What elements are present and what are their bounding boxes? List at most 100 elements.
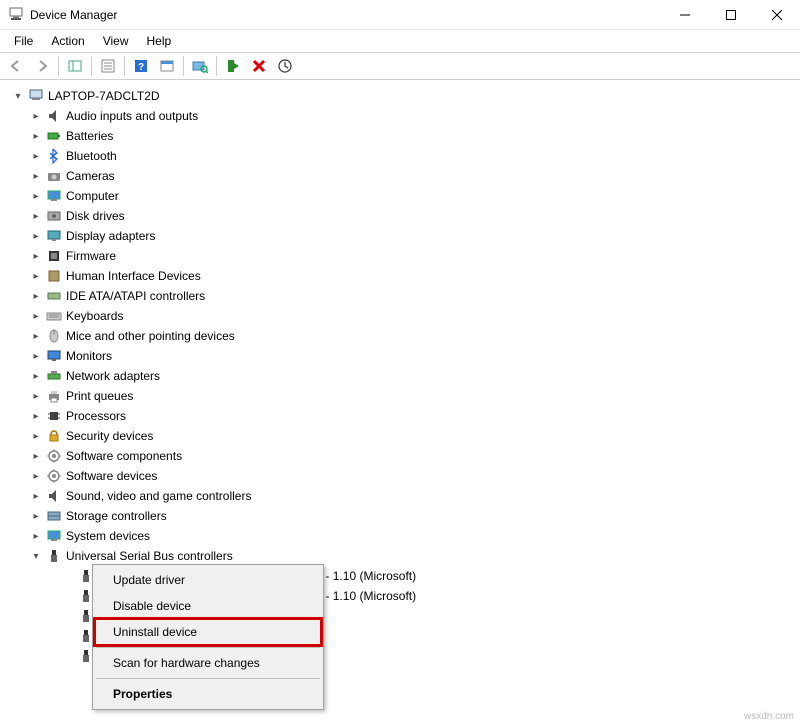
expand-icon[interactable]: ▸ (30, 170, 42, 182)
tree-category-label: Firmware (66, 249, 116, 263)
expand-icon[interactable]: ▸ (30, 190, 42, 202)
audio-icon (46, 488, 62, 504)
tree-category[interactable]: ▸Display adapters (4, 226, 796, 246)
expand-icon[interactable]: ▸ (30, 330, 42, 342)
tree-category[interactable]: ▸IDE ATA/ATAPI controllers (4, 286, 796, 306)
toolbar: ? (0, 52, 800, 80)
maximize-button[interactable] (708, 0, 754, 30)
ctx-disable-device[interactable]: Disable device (95, 593, 321, 619)
tree-category-label: Keyboards (66, 309, 123, 323)
tree-category[interactable]: ▸ Print queues (4, 386, 796, 406)
tree-category[interactable]: ▸ Mice and other pointing devices (4, 326, 796, 346)
expand-icon[interactable]: ▸ (30, 410, 42, 422)
ctx-update-driver[interactable]: Update driver (95, 567, 321, 593)
expand-icon[interactable]: ▸ (30, 390, 42, 402)
tree-category[interactable]: ▸ Firmware (4, 246, 796, 266)
show-hide-tree-button[interactable] (63, 54, 87, 78)
expand-icon[interactable]: ▸ (30, 370, 42, 382)
expand-icon[interactable]: ▸ (30, 350, 42, 362)
tree-category[interactable]: ▾ Universal Serial Bus controllers (4, 546, 796, 566)
menu-file[interactable]: File (6, 32, 41, 50)
firmware-icon (46, 248, 62, 264)
tree-category[interactable]: ▸Disk drives (4, 206, 796, 226)
tree-category[interactable]: ▸ System devices (4, 526, 796, 546)
tree-root[interactable]: ▾ LAPTOP-7ADCLT2D (4, 86, 796, 106)
tree-category[interactable]: ▸ Keyboards (4, 306, 796, 326)
tree-category[interactable]: ▸Software components (4, 446, 796, 466)
close-button[interactable] (754, 0, 800, 30)
expand-icon[interactable]: ▸ (30, 510, 42, 522)
uninstall-device-button[interactable] (247, 54, 271, 78)
collapse-icon[interactable]: ▾ (12, 90, 24, 102)
expand-icon[interactable]: ▸ (30, 250, 42, 262)
expand-icon[interactable]: ▸ (30, 430, 42, 442)
security-icon (46, 428, 62, 444)
tree-category[interactable]: ▸ Processors (4, 406, 796, 426)
expand-icon[interactable]: ▸ (30, 310, 42, 322)
tree-category[interactable]: ▸Computer (4, 186, 796, 206)
mouse-icon (46, 328, 62, 344)
menu-view[interactable]: View (95, 32, 137, 50)
tree-category[interactable]: ▸Network adapters (4, 366, 796, 386)
expand-icon[interactable]: ▸ (30, 450, 42, 462)
audio-icon (46, 108, 62, 124)
tree-category-label: Processors (66, 409, 126, 423)
tree-category-label: Software devices (66, 469, 157, 483)
expand-icon[interactable]: ▸ (30, 270, 42, 282)
menu-help[interactable]: Help (139, 32, 180, 50)
tree-category-label: Human Interface Devices (66, 269, 201, 283)
tree-category[interactable]: ▸Cameras (4, 166, 796, 186)
tree-category[interactable]: ▸Audio inputs and outputs (4, 106, 796, 126)
tree-category[interactable]: ▸ Human Interface Devices (4, 266, 796, 286)
tree-category[interactable]: ▸Sound, video and game controllers (4, 486, 796, 506)
tree-category[interactable]: ▸ Software devices (4, 466, 796, 486)
help-button[interactable]: ? (129, 54, 153, 78)
ctx-properties[interactable]: Properties (95, 681, 321, 707)
tree-category-label: Print queues (66, 389, 133, 403)
tree-category[interactable]: ▸Batteries (4, 126, 796, 146)
app-icon (8, 7, 24, 23)
expand-icon[interactable]: ▸ (30, 210, 42, 222)
no-expander (62, 590, 74, 602)
tree-category-label: Storage controllers (66, 509, 167, 523)
no-expander (62, 630, 74, 642)
tree-category-label: System devices (66, 529, 150, 543)
tree-category-label: Mice and other pointing devices (66, 329, 235, 343)
minimize-button[interactable] (662, 0, 708, 30)
forward-button[interactable] (30, 54, 54, 78)
tree-category[interactable]: ▸Monitors (4, 346, 796, 366)
scan-hardware-button[interactable] (188, 54, 212, 78)
toolbar-separator (58, 56, 59, 76)
expand-icon[interactable]: ▸ (30, 490, 42, 502)
tree-category-label: Security devices (66, 429, 153, 443)
title-bar: Device Manager (0, 0, 800, 30)
ctx-uninstall-device[interactable]: Uninstall device (95, 619, 321, 645)
expand-icon[interactable]: ▸ (30, 110, 42, 122)
properties-button[interactable] (96, 54, 120, 78)
tree-category[interactable]: ▸Bluetooth (4, 146, 796, 166)
expand-icon[interactable]: ▸ (30, 290, 42, 302)
expand-icon[interactable]: ▸ (30, 470, 42, 482)
tree-category[interactable]: ▸ Security devices (4, 426, 796, 446)
update-driver-button[interactable] (273, 54, 297, 78)
toolbar-separator (124, 56, 125, 76)
expand-icon[interactable]: ▸ (30, 230, 42, 242)
enable-device-button[interactable] (221, 54, 245, 78)
svg-text:?: ? (138, 62, 144, 73)
expand-icon[interactable]: ▸ (30, 130, 42, 142)
tree-category[interactable]: ▸ Storage controllers (4, 506, 796, 526)
expand-icon[interactable]: ▸ (30, 530, 42, 542)
tree-category-label: Universal Serial Bus controllers (66, 549, 233, 563)
ide-icon (46, 288, 62, 304)
storage-icon (46, 508, 62, 524)
back-button[interactable] (4, 54, 28, 78)
collapse-icon[interactable]: ▾ (30, 550, 42, 562)
hid-icon (46, 268, 62, 284)
expand-icon[interactable]: ▸ (30, 150, 42, 162)
network-icon (46, 368, 62, 384)
ctx-scan-hardware[interactable]: Scan for hardware changes (95, 650, 321, 676)
action-button[interactable] (155, 54, 179, 78)
keyboard-icon (46, 308, 62, 324)
menu-action[interactable]: Action (43, 32, 92, 50)
monitor-icon (46, 348, 62, 364)
